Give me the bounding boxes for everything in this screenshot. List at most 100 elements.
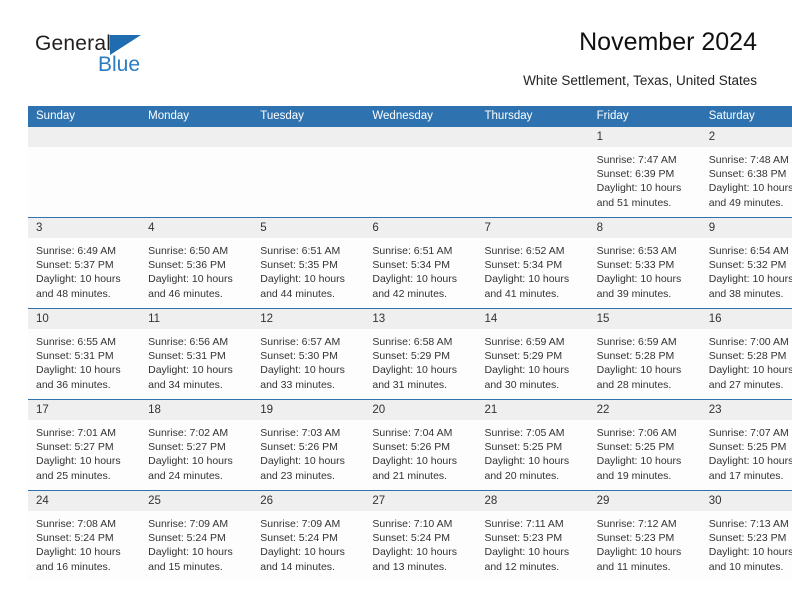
calendar-day-cell[interactable]: 12 Sunrise: 6:57 AM Sunset: 5:30 PM Dayligh… <box>252 308 365 400</box>
sunset-text: Sunset: 5:28 PM <box>596 350 675 363</box>
sunset-text: Sunset: 5:23 PM <box>596 532 675 545</box>
sunset-text: Sunset: 5:27 PM <box>148 441 226 454</box>
daylight-text: Daylight: 10 hours and 46 minutes. <box>148 273 233 300</box>
day-details: Sunrise: 6:59 AM Sunset: 5:28 PM Daylight:… <box>589 329 701 392</box>
sunrise-text: Sunrise: 7:01 AM <box>36 427 116 439</box>
daylight-text: Daylight: 10 hours and 21 minutes. <box>372 455 458 482</box>
day-number <box>476 127 589 147</box>
calendar-day-cell[interactable]: 19 Sunrise: 7:03 AM Sunset: 5:26 PM Dayligh… <box>252 399 365 491</box>
sunrise-text: Sunrise: 6:57 AM <box>260 336 341 348</box>
day-details: Sunrise: 6:53 AM Sunset: 5:33 PM Daylight:… <box>589 238 701 301</box>
calendar-cell-empty <box>28 127 141 218</box>
daylight-text: Daylight: 10 hours and 13 minutes. <box>372 546 458 573</box>
day-details: Sunrise: 6:58 AM Sunset: 5:29 PM Daylight:… <box>364 329 476 392</box>
sunset-text: Sunset: 5:26 PM <box>372 441 451 454</box>
daylight-text: Daylight: 10 hours and 25 minutes. <box>36 455 121 482</box>
daylight-text: Daylight: 10 hours and 15 minutes. <box>148 546 233 573</box>
sunset-text: Sunset: 5:31 PM <box>148 350 226 363</box>
day-number: 13 <box>364 309 477 329</box>
sunset-text: Sunset: 5:31 PM <box>36 350 114 363</box>
daylight-text: Daylight: 10 hours and 49 minutes. <box>708 182 792 209</box>
day-details: Sunrise: 7:10 AM Sunset: 5:24 PM Daylight:… <box>364 511 476 574</box>
calendar-day-cell[interactable]: 28 Sunrise: 7:11 AM Sunset: 5:23 PM Dayligh… <box>476 490 589 581</box>
daylight-text: Daylight: 10 hours and 39 minutes. <box>596 273 682 300</box>
day-number: 24 <box>28 491 141 511</box>
day-number: 8 <box>588 218 701 238</box>
calendar-day-cell[interactable]: 30 Sunrise: 7:13 AM Sunset: 5:23 PM Dayligh… <box>700 490 792 581</box>
calendar-day-cell[interactable]: 4 Sunrise: 6:50 AM Sunset: 5:36 PM Daylight… <box>140 217 253 309</box>
sunset-text: Sunset: 5:32 PM <box>708 259 787 272</box>
sunrise-text: Sunrise: 7:48 AM <box>708 154 789 166</box>
calendar-day-cell[interactable]: 13 Sunrise: 6:58 AM Sunset: 5:29 PM Dayligh… <box>364 308 477 400</box>
day-number <box>252 127 365 147</box>
day-number <box>364 127 477 147</box>
day-number: 27 <box>364 491 477 511</box>
weekday-header-monday: Monday <box>140 106 253 127</box>
sunset-text: Sunset: 5:26 PM <box>260 441 338 454</box>
calendar-day-cell[interactable]: 16 Sunrise: 7:00 AM Sunset: 5:28 PM Dayligh… <box>700 308 792 400</box>
day-details: Sunrise: 6:54 AM Sunset: 5:32 PM Daylight:… <box>701 238 792 301</box>
calendar-week-row: 17 Sunrise: 7:01 AM Sunset: 5:27 PM Dayligh… <box>28 399 792 491</box>
general-blue-logo[interactable]: General Blue <box>35 32 225 84</box>
calendar-day-cell[interactable]: 10 Sunrise: 6:55 AM Sunset: 5:31 PM Dayligh… <box>28 308 141 400</box>
calendar-day-cell[interactable]: 15 Sunrise: 6:59 AM Sunset: 5:28 PM Dayligh… <box>588 308 701 400</box>
day-details: Sunrise: 7:13 AM Sunset: 5:23 PM Daylight:… <box>701 511 792 574</box>
daylight-text: Daylight: 10 hours and 14 minutes. <box>260 546 345 573</box>
day-details: Sunrise: 6:59 AM Sunset: 5:29 PM Daylight:… <box>477 329 589 392</box>
day-number: 4 <box>140 218 253 238</box>
calendar-day-cell[interactable]: 7 Sunrise: 6:52 AM Sunset: 5:34 PM Daylight… <box>476 217 589 309</box>
calendar-day-cell[interactable]: 27 Sunrise: 7:10 AM Sunset: 5:24 PM Dayligh… <box>364 490 477 581</box>
sunset-text: Sunset: 5:30 PM <box>260 350 338 363</box>
calendar-day-cell[interactable]: 20 Sunrise: 7:04 AM Sunset: 5:26 PM Dayligh… <box>364 399 477 491</box>
calendar-day-cell[interactable]: 29 Sunrise: 7:12 AM Sunset: 5:23 PM Dayligh… <box>588 490 701 581</box>
day-details: Sunrise: 6:49 AM Sunset: 5:37 PM Daylight:… <box>28 238 140 301</box>
calendar-week-row: 1 Sunrise: 7:47 AM Sunset: 6:39 PM Daylight… <box>28 127 792 218</box>
calendar-day-cell[interactable]: 1 Sunrise: 7:47 AM Sunset: 6:39 PM Daylight… <box>588 127 701 218</box>
calendar-day-cell[interactable]: 14 Sunrise: 6:59 AM Sunset: 5:29 PM Dayligh… <box>476 308 589 400</box>
sunrise-text: Sunrise: 7:03 AM <box>260 427 341 439</box>
sunset-text: Sunset: 5:25 PM <box>484 441 563 454</box>
page-header: General Blue November 2024 White Settlem… <box>28 28 757 98</box>
day-number: 9 <box>700 218 792 238</box>
day-number: 26 <box>252 491 365 511</box>
sunrise-text: Sunrise: 7:08 AM <box>36 518 116 530</box>
day-number: 5 <box>252 218 365 238</box>
calendar-day-cell[interactable]: 18 Sunrise: 7:02 AM Sunset: 5:27 PM Dayligh… <box>140 399 253 491</box>
sunrise-text: Sunrise: 7:11 AM <box>484 518 564 530</box>
sunrise-text: Sunrise: 6:50 AM <box>148 245 229 257</box>
day-number: 23 <box>700 400 792 420</box>
sunrise-text: Sunrise: 6:53 AM <box>596 245 677 257</box>
calendar-day-cell[interactable]: 11 Sunrise: 6:56 AM Sunset: 5:31 PM Dayligh… <box>140 308 253 400</box>
calendar-day-cell[interactable]: 8 Sunrise: 6:53 AM Sunset: 5:33 PM Daylight… <box>588 217 701 309</box>
calendar-day-cell[interactable]: 23 Sunrise: 7:07 AM Sunset: 5:25 PM Dayligh… <box>700 399 792 491</box>
sunrise-text: Sunrise: 6:51 AM <box>260 245 341 257</box>
daylight-text: Daylight: 10 hours and 24 minutes. <box>148 455 233 482</box>
calendar-day-cell[interactable]: 17 Sunrise: 7:01 AM Sunset: 5:27 PM Dayligh… <box>28 399 141 491</box>
logo-text-blue: Blue <box>98 53 141 76</box>
calendar-day-cell[interactable]: 26 Sunrise: 7:09 AM Sunset: 5:24 PM Dayligh… <box>252 490 365 581</box>
calendar-body: 1 Sunrise: 7:47 AM Sunset: 6:39 PM Daylight… <box>28 127 792 581</box>
calendar-day-cell[interactable]: 24 Sunrise: 7:08 AM Sunset: 5:24 PM Dayligh… <box>28 490 141 581</box>
daylight-text: Daylight: 10 hours and 11 minutes. <box>596 546 682 573</box>
calendar-day-cell[interactable]: 5 Sunrise: 6:51 AM Sunset: 5:35 PM Daylight… <box>252 217 365 309</box>
sunset-text: Sunset: 5:24 PM <box>36 532 114 545</box>
calendar-day-cell[interactable]: 25 Sunrise: 7:09 AM Sunset: 5:24 PM Dayligh… <box>140 490 253 581</box>
day-details: Sunrise: 6:52 AM Sunset: 5:34 PM Daylight:… <box>477 238 589 301</box>
daylight-text: Daylight: 10 hours and 41 minutes. <box>484 273 570 300</box>
weekday-header-sunday: Sunday <box>28 106 141 127</box>
calendar-day-cell[interactable]: 9 Sunrise: 6:54 AM Sunset: 5:32 PM Daylight… <box>700 217 792 309</box>
day-details: Sunrise: 6:50 AM Sunset: 5:36 PM Daylight:… <box>140 238 252 301</box>
weekday-header-friday: Friday <box>588 106 701 127</box>
day-number: 2 <box>700 127 792 147</box>
calendar-day-cell[interactable]: 3 Sunrise: 6:49 AM Sunset: 5:37 PM Daylight… <box>28 217 141 309</box>
weekday-header-tuesday: Tuesday <box>252 106 365 127</box>
day-number: 30 <box>700 491 792 511</box>
calendar-day-cell[interactable]: 2 Sunrise: 7:48 AM Sunset: 6:38 PM Daylight… <box>700 127 792 218</box>
daylight-text: Daylight: 10 hours and 20 minutes. <box>484 455 570 482</box>
calendar-day-cell[interactable]: 21 Sunrise: 7:05 AM Sunset: 5:25 PM Dayligh… <box>476 399 589 491</box>
calendar-day-cell[interactable]: 6 Sunrise: 6:51 AM Sunset: 5:34 PM Daylight… <box>364 217 477 309</box>
day-number: 20 <box>364 400 477 420</box>
daylight-text: Daylight: 10 hours and 34 minutes. <box>148 364 233 391</box>
calendar-day-cell[interactable]: 22 Sunrise: 7:06 AM Sunset: 5:25 PM Dayligh… <box>588 399 701 491</box>
sunset-text: Sunset: 5:34 PM <box>484 259 563 272</box>
